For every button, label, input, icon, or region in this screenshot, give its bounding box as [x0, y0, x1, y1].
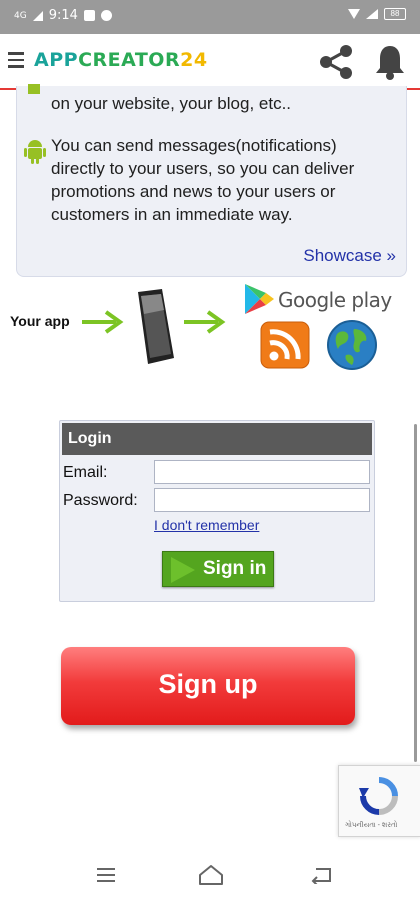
- share-icon[interactable]: [316, 42, 356, 82]
- signal-icon: [32, 10, 43, 21]
- info-paragraph: You can send messages(notifications) dir…: [51, 136, 355, 224]
- back-icon[interactable]: [310, 866, 332, 884]
- rss-icon: [260, 321, 310, 369]
- battery-icon: 88: [384, 8, 406, 20]
- logo-creator-text: CREATOR: [78, 49, 181, 71]
- sign-up-label: Sign up: [158, 669, 258, 699]
- logo-app-text: APP: [34, 49, 79, 71]
- your-app-label: Your app: [10, 313, 70, 329]
- sign-in-button[interactable]: Sign in: [162, 551, 274, 587]
- recaptcha-badge[interactable]: ગોપનીયતા - શરતો: [338, 765, 420, 837]
- email-label: Email:: [63, 464, 108, 481]
- forgot-password-link[interactable]: I don't remember: [154, 517, 259, 533]
- google-play-badge: Google play: [242, 282, 392, 318]
- notification-icon: [83, 10, 95, 21]
- info-line: on your website, your blog, etc..: [51, 94, 292, 113]
- showcase-link[interactable]: Showcase »: [303, 246, 396, 266]
- google-play-icon: [245, 284, 274, 314]
- email-field[interactable]: [154, 460, 370, 484]
- smartphone-icon: [138, 289, 174, 364]
- menu-icon[interactable]: [8, 52, 24, 68]
- recaptcha-footer[interactable]: ગોપનીયતા - શરતો: [345, 822, 397, 830]
- login-title: Login: [62, 423, 372, 455]
- info-card: on your website, your blog, etc.. You ca…: [16, 84, 407, 277]
- login-panel: Login Email: Password: I don't remember …: [59, 420, 375, 602]
- network-indicator: 4G: [14, 10, 27, 21]
- app-logo[interactable]: APPCREATOR24: [34, 49, 208, 71]
- app-header: APPCREATOR24: [0, 34, 420, 90]
- wifi-icon: [348, 9, 360, 19]
- sync-icon: [100, 10, 112, 21]
- home-icon[interactable]: [198, 864, 224, 886]
- recaptcha-icon: [359, 777, 398, 815]
- scroll-indicator[interactable]: [414, 424, 417, 762]
- arrow-right-icon: [82, 310, 124, 334]
- android-icon: [24, 140, 46, 164]
- android-icon: [28, 84, 40, 94]
- status-right: 88: [348, 8, 406, 20]
- bell-icon[interactable]: [372, 42, 408, 82]
- globe-icon: [327, 320, 377, 370]
- system-navigation-bar: [0, 850, 420, 900]
- password-label: Password:: [63, 492, 138, 509]
- status-left: 4G 9:14: [14, 8, 112, 23]
- sign-up-button[interactable]: Sign up: [61, 647, 355, 725]
- battery-level: 88: [390, 9, 400, 18]
- sign-in-label: Sign in: [203, 558, 267, 579]
- status-time: 9:14: [48, 8, 78, 23]
- password-field[interactable]: [154, 488, 370, 512]
- recents-icon[interactable]: [96, 867, 116, 883]
- google-play-text: Google play: [278, 288, 392, 312]
- arrow-right-icon: [184, 310, 226, 334]
- status-bar: 4G 9:14 88: [0, 0, 420, 34]
- cell-icon: [366, 9, 378, 19]
- logo-number-text: 24: [180, 49, 208, 71]
- play-arrow-icon: [171, 557, 195, 583]
